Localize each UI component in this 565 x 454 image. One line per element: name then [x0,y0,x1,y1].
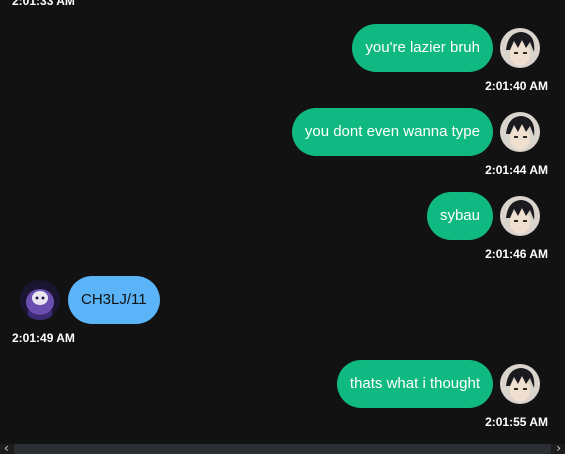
scrollbar-thumb[interactable] [14,444,551,454]
chat-panel: 2:01:33 AM you're lazier bruh 2:01:40 AM… [0,0,565,454]
horizontal-scrollbar[interactable]: ‹ › [0,441,565,454]
outgoing-message-bubble[interactable]: you dont even wanna type [291,108,493,156]
message-timestamp: 2:01:55 AM [485,415,548,429]
outgoing-message-bubble[interactable]: sybau [426,192,493,240]
message-timestamp: 2:01:49 AM [12,331,75,345]
message-timestamp: 2:01:40 AM [485,79,548,93]
message-timestamp: 2:01:44 AM [485,163,548,177]
purple-character-avatar[interactable] [20,280,60,320]
anime-boy-avatar[interactable] [500,28,540,68]
message-timestamp: 2:01:33 AM [12,0,75,8]
scroll-left-icon[interactable]: ‹ [4,441,9,454]
anime-boy-avatar[interactable] [500,364,540,404]
anime-boy-avatar[interactable] [500,112,540,152]
incoming-message-bubble[interactable]: CH3LJ/11 [68,276,160,324]
anime-boy-avatar[interactable] [500,196,540,236]
outgoing-message-bubble[interactable]: thats what i thought [336,360,493,408]
scroll-right-icon[interactable]: › [556,441,561,454]
outgoing-message-bubble[interactable]: you're lazier bruh [352,24,493,72]
message-timestamp: 2:01:46 AM [485,247,548,261]
